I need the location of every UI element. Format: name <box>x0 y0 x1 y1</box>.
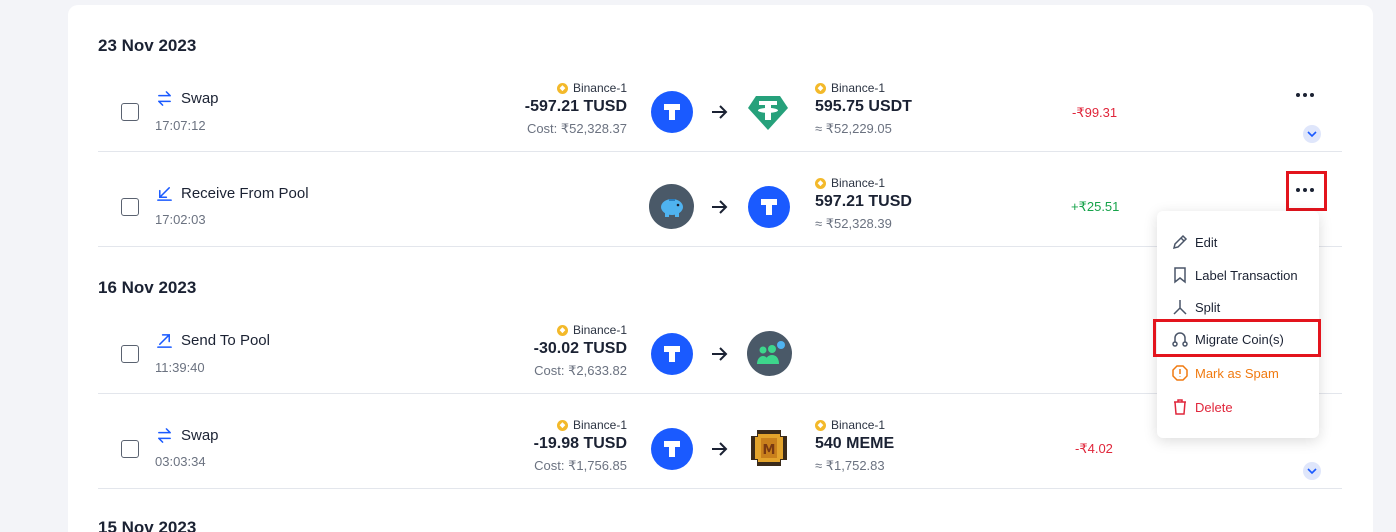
network-label: Binance-1 <box>572 81 627 95</box>
highlight-box <box>1153 319 1321 357</box>
row-checkbox[interactable] <box>121 103 139 121</box>
tx-type-label: Swap <box>181 90 219 107</box>
highlight-box <box>1286 171 1327 211</box>
tx-time: 03:03:34 <box>155 454 206 469</box>
tx-type-label: Receive From Pool <box>181 185 309 202</box>
row-checkbox[interactable] <box>121 198 139 216</box>
binance-icon: ◆ <box>815 82 826 94</box>
tx-type: Receive From Pool <box>156 185 309 202</box>
binance-icon: ◆ <box>556 82 568 94</box>
pencil-icon <box>1172 234 1188 250</box>
menu-label: Label Transaction <box>1195 267 1298 283</box>
to-amount: 540 MEME <box>815 435 895 452</box>
binance-icon: ◆ <box>556 324 568 336</box>
trash-icon <box>1174 399 1186 415</box>
from-cost: Cost: ₹1,756.85 <box>534 458 627 473</box>
tx-type-label: Send To Pool <box>181 332 270 349</box>
warning-octagon-icon <box>1172 365 1188 381</box>
swap-icon <box>158 428 171 443</box>
menu-item-delete[interactable]: Delete <box>1171 398 1233 416</box>
from-cost: Cost: ₹52,328.37 <box>526 121 627 136</box>
to-amount-block: ◆ Binance-1 597.21 TUSD ≈ ₹52,328.39 <box>815 176 912 232</box>
row-divider <box>98 393 1342 394</box>
to-amount: 597.21 TUSD <box>815 193 912 210</box>
swap-icon <box>158 91 171 106</box>
row-divider <box>98 151 1342 152</box>
network-label: Binance-1 <box>572 323 627 337</box>
from-amount-block: ◆ Binance-1 -597.21 TUSD Cost: ₹52,328.37 <box>525 81 627 137</box>
from-amount: -30.02 TUSD <box>533 340 627 357</box>
tx-time: 17:02:03 <box>155 212 206 227</box>
date-header: 23 Nov 2023 <box>98 36 197 55</box>
menu-label: Mark as Spam <box>1195 365 1279 381</box>
network-label: Binance-1 <box>572 418 627 432</box>
date-header: 15 Nov 2023 <box>98 518 197 532</box>
to-value: ≈ ₹52,229.05 <box>815 121 892 136</box>
date-header: 16 Nov 2023 <box>98 278 197 297</box>
more-options-icon[interactable] <box>1296 92 1314 98</box>
chevron-down-icon[interactable] <box>1303 462 1321 480</box>
tusd-coin-icon <box>748 186 790 228</box>
meme-coin-icon: M <box>749 428 789 468</box>
network-label: Binance-1 <box>831 418 886 432</box>
from-cost: Cost: ₹2,633.82 <box>534 363 627 378</box>
arrow-right-icon <box>712 442 728 456</box>
svg-text:M: M <box>763 443 776 458</box>
pool-piggy-icon <box>649 184 694 229</box>
pool-group-icon <box>747 331 792 376</box>
row-checkbox[interactable] <box>121 345 139 363</box>
row-divider <box>98 246 1342 247</box>
from-amount: -19.98 TUSD <box>533 435 627 452</box>
menu-item-label[interactable]: Label Transaction <box>1171 266 1298 284</box>
receive-arrow-icon <box>157 187 172 201</box>
arrow-right-icon <box>712 200 728 214</box>
tx-type: Send To Pool <box>156 332 270 349</box>
menu-item-edit[interactable]: Edit <box>1171 233 1217 251</box>
menu-label: Split <box>1195 299 1221 315</box>
chevron-down-icon[interactable] <box>1303 125 1321 143</box>
tx-type-label: Swap <box>181 427 219 444</box>
to-amount: 595.75 USDT <box>815 98 912 115</box>
split-icon <box>1173 300 1187 315</box>
menu-item-spam[interactable]: Mark as Spam <box>1171 364 1279 382</box>
from-amount-block: ◆ Binance-1 -19.98 TUSD Cost: ₹1,756.85 <box>534 418 627 474</box>
pnl-value: -₹4.02 <box>1075 441 1113 456</box>
pnl-value: +₹25.51 <box>1071 199 1120 214</box>
menu-label: Delete <box>1195 399 1233 415</box>
usdt-coin-icon <box>747 91 789 133</box>
bookmark-icon <box>1174 267 1186 284</box>
tusd-coin-icon <box>651 91 693 133</box>
tusd-coin-icon <box>651 428 693 470</box>
tx-time: 11:39:40 <box>155 360 205 375</box>
tx-type: Swap <box>156 90 219 107</box>
tx-type: Swap <box>156 427 219 444</box>
to-amount-block: ◆ Binance-1 540 MEME ≈ ₹1,752.83 <box>815 418 894 474</box>
tx-time: 17:07:12 <box>155 118 206 133</box>
to-value: ≈ ₹1,752.83 <box>815 458 885 473</box>
tusd-coin-icon <box>651 333 693 375</box>
to-amount-block: ◆ Binance-1 595.75 USDT ≈ ₹52,229.05 <box>815 81 912 137</box>
send-arrow-icon <box>157 334 172 348</box>
to-value: ≈ ₹52,328.39 <box>815 216 892 231</box>
binance-icon: ◆ <box>556 419 568 431</box>
menu-item-split[interactable]: Split <box>1171 298 1220 316</box>
arrow-right-icon <box>712 347 728 361</box>
binance-icon: ◆ <box>815 177 826 189</box>
network-label: Binance-1 <box>831 81 886 95</box>
row-divider <box>98 488 1342 489</box>
from-amount-block: ◆ Binance-1 -30.02 TUSD Cost: ₹2,633.82 <box>534 323 627 379</box>
network-label: Binance-1 <box>831 176 886 190</box>
from-amount: -597.21 TUSD <box>524 98 627 115</box>
row-checkbox[interactable] <box>121 440 139 458</box>
pnl-value: -₹99.31 <box>1072 105 1118 120</box>
binance-icon: ◆ <box>815 419 826 431</box>
menu-label: Edit <box>1195 234 1218 250</box>
arrow-right-icon <box>712 105 728 119</box>
